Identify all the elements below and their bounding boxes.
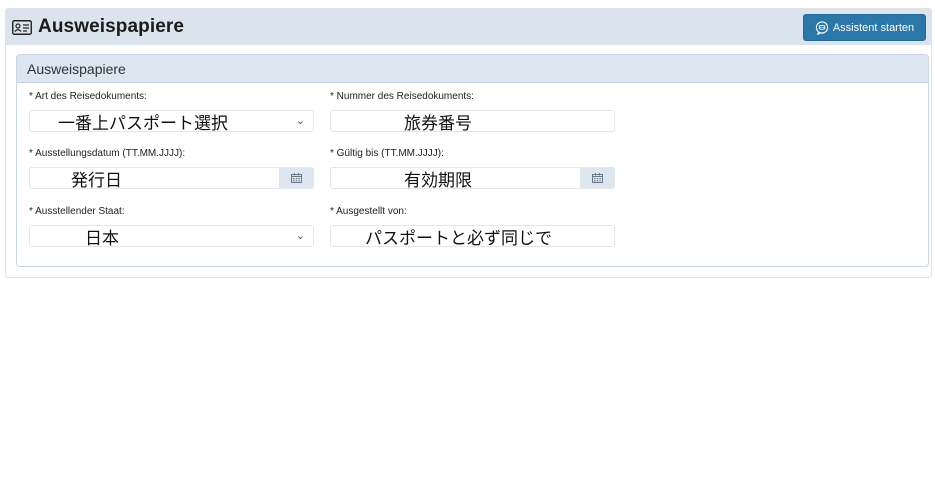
calendar-icon[interactable] xyxy=(279,168,313,188)
issue-date-input[interactable]: 発行日 xyxy=(29,167,314,189)
chevron-down-icon: ⌄ xyxy=(295,114,305,127)
page-header: Ausweispapiere Assistent starten xyxy=(6,9,931,45)
chevron-down-icon: ⌄ xyxy=(295,229,305,242)
page-title: Ausweispapiere xyxy=(38,16,185,37)
page-container: Ausweispapiere Assistent starten Ausweis… xyxy=(5,8,932,278)
valid-until-input[interactable]: 有効期限 xyxy=(330,167,615,189)
valid-until-label: * Gültig bis (TT.MM.JJJJ): xyxy=(330,148,444,159)
issuing-state-select[interactable]: 日本 ⌄ xyxy=(29,225,314,247)
issuing-state-label: * Ausstellender Staat: xyxy=(29,206,125,217)
issue-date-value: 発行日 xyxy=(71,170,122,189)
calendar-icon[interactable] xyxy=(580,168,614,188)
doc-number-value: 旅券番号 xyxy=(404,113,472,132)
valid-until-value: 有効期限 xyxy=(404,170,472,189)
id-card-icon xyxy=(12,19,32,35)
start-assistant-button[interactable]: Assistent starten xyxy=(803,14,926,41)
start-assistant-label: Assistent starten xyxy=(832,21,915,34)
doc-number-input[interactable]: 旅券番号 xyxy=(330,110,615,132)
issued-by-value: パスポートと必ず同じで xyxy=(365,228,552,247)
doc-type-label: * Art des Reisedokuments: xyxy=(29,91,147,102)
id-documents-panel: Ausweispapiere * Art des Reisedokuments:… xyxy=(16,54,929,267)
doc-type-select[interactable]: 一番上パスポート選択 ⌄ xyxy=(29,110,314,132)
issued-by-input[interactable]: パスポートと必ず同じで xyxy=(330,225,615,247)
issue-date-label: * Ausstellungsdatum (TT.MM.JJJJ): xyxy=(29,148,186,159)
issued-by-label: * Ausgestellt von: xyxy=(330,206,407,217)
chat-assistant-icon xyxy=(815,20,829,35)
panel-title: Ausweispapiere xyxy=(17,55,928,83)
issuing-state-value: 日本 xyxy=(85,228,119,247)
doc-type-value: 一番上パスポート選択 xyxy=(58,113,228,132)
doc-number-label: * Nummer des Reisedokuments: xyxy=(330,91,474,102)
